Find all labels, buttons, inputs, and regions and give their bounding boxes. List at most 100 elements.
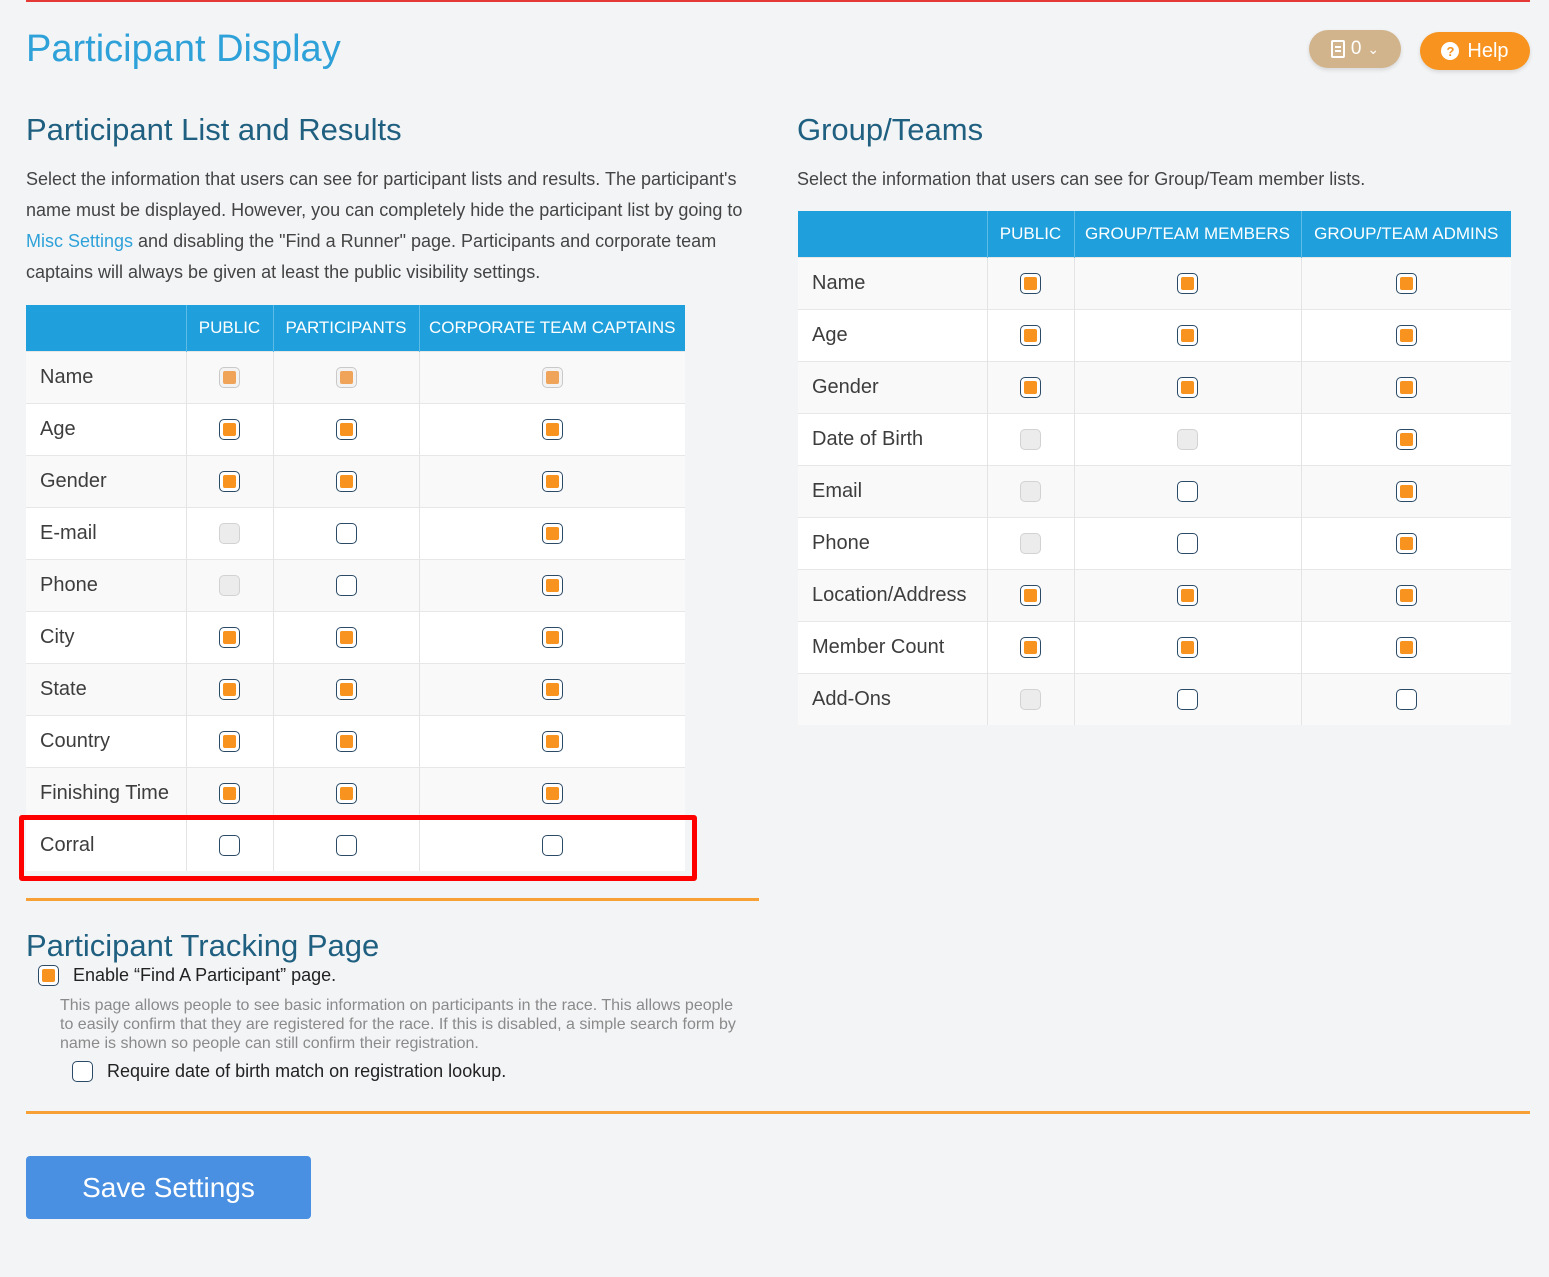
checkbox-cell bbox=[987, 517, 1075, 570]
save-settings-button[interactable]: Save Settings bbox=[26, 1156, 311, 1219]
email-group-team-members-checkbox[interactable] bbox=[1177, 481, 1198, 502]
row-label: Gender bbox=[26, 455, 187, 508]
checkbox-cell bbox=[186, 351, 274, 404]
help-button[interactable]: ? Help bbox=[1420, 32, 1530, 70]
checkbox-cell bbox=[186, 403, 274, 456]
group-teams-title: Group/Teams bbox=[797, 112, 984, 147]
phone-group-team-members-checkbox[interactable] bbox=[1177, 533, 1198, 554]
table-row-country: Country bbox=[26, 715, 685, 768]
checkbox-cell bbox=[273, 663, 420, 716]
add-ons-group-team-admins-checkbox[interactable] bbox=[1395, 689, 1417, 710]
name-corporate-team-captains-checkbox bbox=[541, 367, 563, 388]
member-count-group-team-members-checkbox[interactable] bbox=[1177, 637, 1198, 658]
age-corporate-team-captains-checkbox[interactable] bbox=[541, 419, 563, 440]
row-label: Phone bbox=[26, 559, 187, 612]
row-label: Finishing Time bbox=[26, 767, 187, 820]
checkbox-cell bbox=[1074, 569, 1302, 622]
location-address-group-team-admins-checkbox[interactable] bbox=[1395, 585, 1417, 606]
gender-group-team-members-checkbox[interactable] bbox=[1177, 377, 1198, 398]
row-label: Location/Address bbox=[798, 569, 988, 622]
member-count-group-team-admins-checkbox[interactable] bbox=[1395, 637, 1417, 658]
age-group-team-admins-checkbox[interactable] bbox=[1395, 325, 1417, 346]
state-public-checkbox[interactable] bbox=[219, 679, 240, 700]
checkbox-cell bbox=[1074, 673, 1302, 725]
checkbox-cell bbox=[987, 569, 1075, 622]
country-corporate-team-captains-checkbox[interactable] bbox=[541, 731, 563, 752]
state-participants-checkbox[interactable] bbox=[335, 679, 357, 700]
corral-public-checkbox[interactable] bbox=[219, 835, 240, 856]
notes-dropdown-button[interactable]: 0 ⌄ bbox=[1309, 30, 1401, 68]
table-row-date-of-birth: Date of Birth bbox=[798, 413, 1511, 466]
checkbox-cell bbox=[419, 455, 685, 508]
location-address-group-team-members-checkbox[interactable] bbox=[1177, 585, 1198, 606]
column-header-participants: PARTICIPANTS bbox=[273, 305, 420, 352]
gender-public-checkbox[interactable] bbox=[219, 471, 240, 492]
add-ons-group-team-members-checkbox[interactable] bbox=[1177, 689, 1198, 710]
gender-group-team-admins-checkbox[interactable] bbox=[1395, 377, 1417, 398]
row-label: Add-Ons bbox=[798, 673, 988, 725]
age-public-checkbox[interactable] bbox=[219, 419, 240, 440]
row-label: Age bbox=[798, 309, 988, 362]
email-group-team-admins-checkbox[interactable] bbox=[1395, 481, 1417, 502]
help-label: Help bbox=[1467, 39, 1509, 62]
column-header-group-team-admins: GROUP/TEAM ADMINS bbox=[1301, 211, 1511, 258]
date-of-birth-group-team-admins-checkbox[interactable] bbox=[1395, 429, 1417, 450]
checkbox-cell bbox=[186, 507, 274, 560]
phone-participants-checkbox[interactable] bbox=[335, 575, 357, 596]
city-corporate-team-captains-checkbox[interactable] bbox=[541, 627, 563, 648]
finishing-time-corporate-team-captains-checkbox[interactable] bbox=[541, 783, 563, 804]
table-row-finishing-time: Finishing Time bbox=[26, 767, 685, 820]
e-mail-participants-checkbox[interactable] bbox=[335, 523, 357, 544]
table-row-state: State bbox=[26, 663, 685, 716]
finishing-time-participants-checkbox[interactable] bbox=[335, 783, 357, 804]
city-public-checkbox[interactable] bbox=[219, 627, 240, 648]
e-mail-corporate-team-captains-checkbox[interactable] bbox=[541, 523, 563, 544]
checkbox-cell bbox=[1301, 621, 1511, 674]
row-label: Name bbox=[26, 351, 187, 404]
phone-group-team-admins-checkbox[interactable] bbox=[1395, 533, 1417, 554]
chevron-down-icon: ⌄ bbox=[1367, 40, 1380, 57]
name-group-team-admins-checkbox[interactable] bbox=[1395, 273, 1417, 294]
add-ons-public-checkbox bbox=[1020, 689, 1041, 710]
phone-corporate-team-captains-checkbox[interactable] bbox=[541, 575, 563, 596]
country-participants-checkbox[interactable] bbox=[335, 731, 357, 752]
checkbox-cell bbox=[987, 361, 1075, 414]
finishing-time-public-checkbox[interactable] bbox=[219, 783, 240, 804]
checkbox-cell bbox=[419, 715, 685, 768]
name-group-team-members-checkbox[interactable] bbox=[1177, 273, 1198, 294]
checkbox-cell bbox=[273, 507, 420, 560]
member-count-public-checkbox[interactable] bbox=[1020, 637, 1041, 658]
page-divider bbox=[26, 1111, 1530, 1114]
corral-participants-checkbox[interactable] bbox=[335, 835, 357, 856]
age-participants-checkbox[interactable] bbox=[335, 419, 357, 440]
checkbox-cell bbox=[273, 403, 420, 456]
column-header-corporate-team-captains: CORPORATE TEAM CAPTAINS bbox=[419, 305, 685, 352]
table-row-corral: Corral bbox=[26, 819, 685, 871]
gender-public-checkbox[interactable] bbox=[1020, 377, 1041, 398]
checkbox-cell bbox=[1301, 257, 1511, 310]
gender-corporate-team-captains-checkbox[interactable] bbox=[541, 471, 563, 492]
email-public-checkbox bbox=[1020, 481, 1041, 502]
section-divider bbox=[26, 898, 759, 901]
name-public-checkbox[interactable] bbox=[1020, 273, 1041, 294]
row-label: Name bbox=[798, 257, 988, 310]
checkbox-cell bbox=[987, 621, 1075, 674]
require-dob-label: Require date of birth match on registrat… bbox=[107, 1061, 507, 1081]
table-row-age: Age bbox=[798, 309, 1511, 362]
misc-settings-link[interactable]: Misc Settings bbox=[26, 231, 133, 251]
age-public-checkbox[interactable] bbox=[1020, 325, 1041, 346]
state-corporate-team-captains-checkbox[interactable] bbox=[541, 679, 563, 700]
checkbox-cell bbox=[1074, 413, 1302, 466]
gender-participants-checkbox[interactable] bbox=[335, 471, 357, 492]
row-label: E-mail bbox=[26, 507, 187, 560]
city-participants-checkbox[interactable] bbox=[335, 627, 357, 648]
country-public-checkbox[interactable] bbox=[219, 731, 240, 752]
corral-corporate-team-captains-checkbox[interactable] bbox=[541, 835, 563, 856]
location-address-public-checkbox[interactable] bbox=[1020, 585, 1041, 606]
row-label: City bbox=[26, 611, 187, 664]
checkbox-cell bbox=[273, 455, 420, 508]
require-dob-checkbox[interactable] bbox=[72, 1061, 93, 1082]
checkbox-cell bbox=[1074, 309, 1302, 362]
enable-find-participant-checkbox[interactable] bbox=[38, 965, 59, 986]
age-group-team-members-checkbox[interactable] bbox=[1177, 325, 1198, 346]
